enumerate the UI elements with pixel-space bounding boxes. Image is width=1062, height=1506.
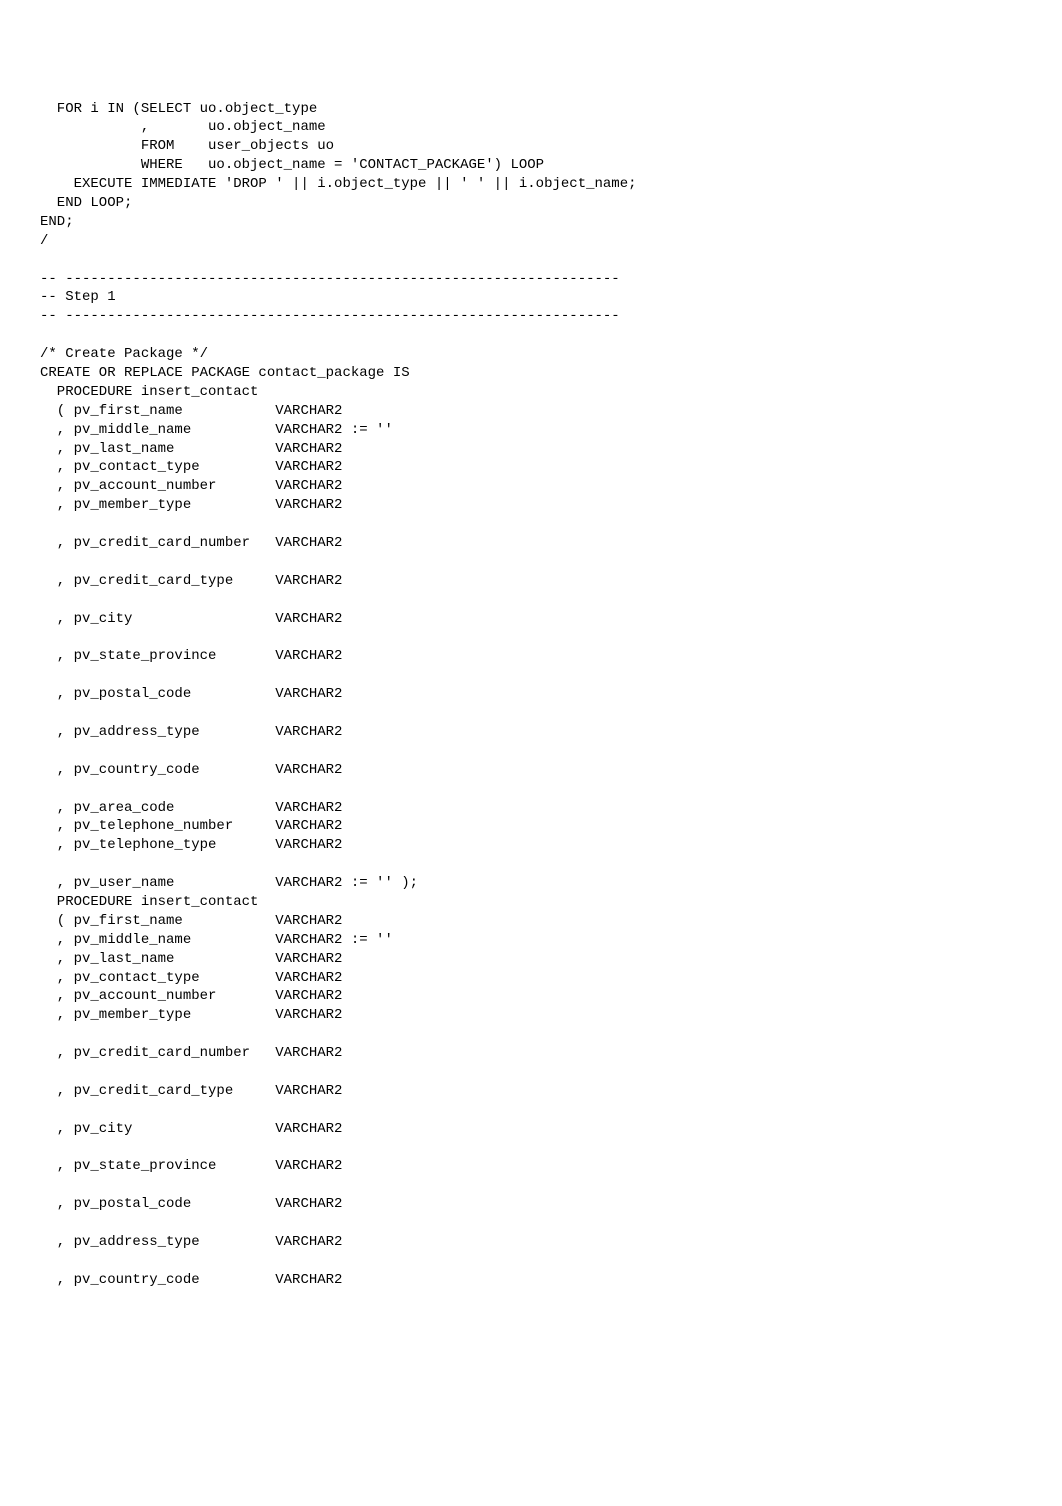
code-block: FOR i IN (SELECT uo.object_type , uo.obj… [40,100,1022,1290]
